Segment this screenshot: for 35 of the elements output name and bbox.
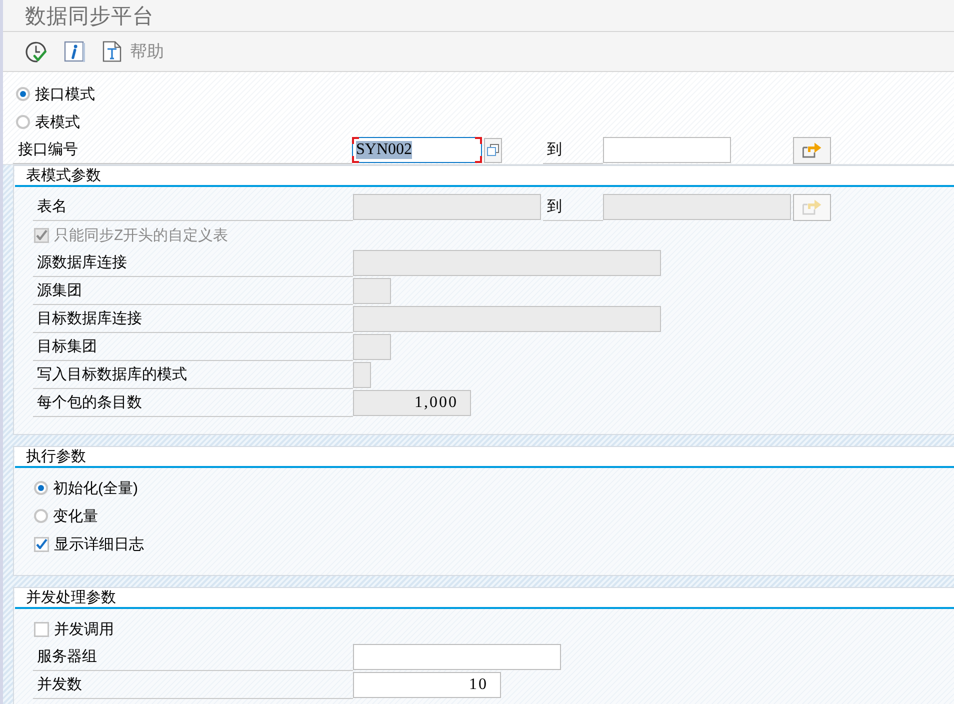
value-help-button[interactable] — [484, 138, 502, 162]
document-t-icon — [102, 41, 122, 62]
section-title: 并发处理参数 — [26, 588, 116, 607]
clock-check-icon — [25, 40, 47, 62]
field-label: 目标数据库连接 — [33, 305, 353, 333]
field-label: 并发数 — [33, 671, 353, 699]
multiple-selection-button[interactable] — [793, 194, 831, 220]
field-label: 表名 — [33, 193, 353, 221]
overlapping-squares-icon — [487, 144, 499, 156]
field-label: 每个包的条目数 — [33, 389, 353, 417]
multiple-selection-button[interactable] — [793, 136, 831, 164]
input-field[interactable]: 10 — [353, 672, 501, 698]
field-label: 服务器组 — [33, 643, 353, 671]
info-button[interactable] — [64, 41, 85, 62]
radio-option[interactable]: 初始化(全量) — [34, 478, 138, 498]
checkbox-option[interactable]: 显示详细日志 — [34, 534, 144, 554]
input-field[interactable] — [353, 644, 561, 670]
input-field[interactable] — [603, 137, 731, 163]
field-label: 接口编号 — [13, 136, 352, 164]
field-label: 源数据库连接 — [33, 249, 353, 277]
radio-option[interactable]: 接口模式 — [16, 84, 95, 104]
input-field[interactable]: SYN002 — [352, 137, 482, 163]
execute-button[interactable] — [25, 40, 47, 62]
info-icon — [64, 41, 85, 62]
checkbox-option[interactable]: 并发调用 — [34, 620, 114, 638]
radio-option[interactable]: 变化量 — [34, 506, 98, 526]
field-label: 目标集团 — [33, 333, 353, 361]
box-arrow-icon — [802, 199, 822, 215]
section-title: 执行参数 — [26, 447, 86, 466]
box-arrow-icon — [802, 142, 822, 158]
radio-option[interactable]: 表模式 — [16, 112, 80, 132]
window-title: 数据同步平台 — [25, 4, 154, 30]
field-label: 源集团 — [33, 277, 353, 305]
section-title: 表模式参数 — [26, 166, 101, 185]
field-label: 写入目标数据库的模式 — [33, 361, 353, 389]
